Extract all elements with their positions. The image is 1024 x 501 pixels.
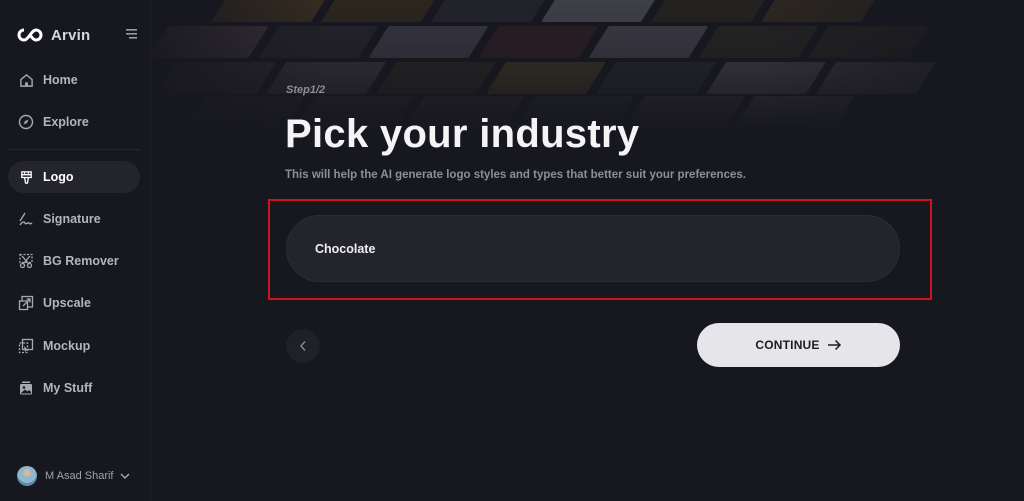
sidebar-item-explore[interactable]: Explore	[8, 106, 140, 138]
sidebar-item-bg-remover[interactable]: BG Remover	[8, 245, 140, 277]
sidebar-item-home[interactable]: Home	[8, 64, 140, 96]
sidebar-item-label: Signature	[43, 212, 101, 226]
user-menu[interactable]: M Asad Sharif	[17, 466, 131, 486]
brand-name: Arvin	[51, 26, 91, 44]
continue-label: CONTINUE	[755, 338, 820, 352]
user-name: M Asad Sharif	[45, 470, 114, 482]
menu-toggle-icon[interactable]	[126, 28, 139, 40]
sidebar: Arvin Home Explore Logo Signature BG Rem	[0, 0, 151, 501]
compass-icon	[18, 114, 34, 130]
main-content: Step1/2 Pick your industry This will hel…	[151, 0, 1024, 501]
sidebar-item-logo[interactable]: Logo	[8, 161, 140, 193]
arrow-right-icon	[827, 339, 841, 351]
chevron-down-icon[interactable]	[120, 472, 131, 480]
sidebar-item-label: Home	[43, 73, 78, 87]
image-folder-icon	[18, 380, 34, 396]
arvin-logo-icon	[17, 28, 43, 42]
mockup-icon	[18, 338, 34, 354]
sidebar-item-label: My Stuff	[43, 381, 93, 395]
avatar	[17, 466, 37, 486]
upscale-icon	[18, 295, 34, 311]
continue-button[interactable]: CONTINUE	[697, 323, 900, 367]
sidebar-item-label: Explore	[43, 115, 89, 129]
sidebar-item-label: Logo	[43, 170, 74, 184]
sidebar-item-my-stuff[interactable]: My Stuff	[8, 372, 140, 404]
sidebar-item-label: Upscale	[43, 296, 91, 310]
page-subtitle: This will help the AI generate logo styl…	[285, 169, 746, 181]
sidebar-item-mockup[interactable]: Mockup	[8, 330, 140, 362]
sidebar-divider	[8, 149, 140, 150]
page-title: Pick your industry	[285, 112, 640, 156]
sidebar-item-label: Mockup	[43, 339, 91, 353]
scissors-icon	[18, 253, 34, 269]
signature-icon	[18, 211, 34, 227]
industry-input[interactable]	[286, 215, 900, 282]
paintbrush-icon	[18, 169, 34, 185]
brand[interactable]: Arvin	[17, 24, 90, 46]
sidebar-item-label: BG Remover	[43, 254, 119, 268]
back-button[interactable]	[286, 329, 320, 363]
sidebar-item-signature[interactable]: Signature	[8, 203, 140, 235]
home-icon	[18, 72, 34, 88]
sidebar-item-upscale[interactable]: Upscale	[8, 287, 140, 319]
step-indicator: Step1/2	[286, 84, 326, 96]
chevron-left-icon	[300, 341, 306, 351]
